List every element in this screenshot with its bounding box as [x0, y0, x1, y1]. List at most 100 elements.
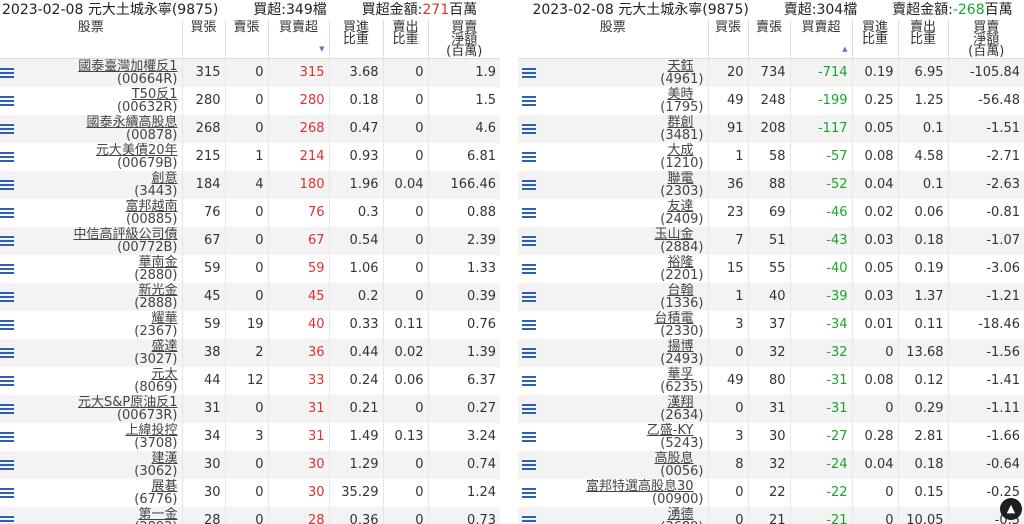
- menu-icon[interactable]: [0, 291, 14, 302]
- menu-icon[interactable]: [0, 319, 14, 330]
- stock-name-link[interactable]: 友達: [518, 200, 708, 213]
- table-row[interactable]: 第一金(2892)280280.3600.73: [0, 506, 500, 524]
- menu-icon[interactable]: [522, 207, 536, 218]
- stock-name-link[interactable]: 上緯投控: [0, 424, 182, 437]
- table-row[interactable]: 展碁 (6776) 30 0 30 35.29 0 1.24: [0, 478, 500, 507]
- stock-name-link[interactable]: 富邦越南: [0, 200, 182, 213]
- stock-name-link[interactable]: 盛達: [0, 340, 182, 353]
- stock-name-link[interactable]: 第一金: [0, 508, 182, 521]
- menu-icon[interactable]: [0, 515, 14, 524]
- menu-icon[interactable]: [522, 179, 536, 190]
- header-net-lots[interactable]: 買賣超 ▲: [789, 20, 852, 59]
- header-stock[interactable]: 股票: [0, 20, 182, 59]
- menu-icon[interactable]: [0, 431, 14, 442]
- stock-name-link[interactable]: 美時: [518, 88, 708, 101]
- header-sell-ratio[interactable]: 賣出 比重: [382, 20, 428, 59]
- table-row[interactable]: 天鈺 (4961) 20 734 -714 0.19 6.95 -105.84: [518, 58, 1024, 87]
- stock-name-link[interactable]: 玉山金: [518, 228, 708, 241]
- table-row[interactable]: 富邦越南 (00885) 76 0 76 0.3 0 0.88: [0, 198, 500, 227]
- stock-name-link[interactable]: 新光金: [0, 284, 182, 297]
- table-row[interactable]: 友達 (2409) 23 69 -46 0.02 0.06 -0.81: [518, 198, 1024, 227]
- menu-icon[interactable]: [522, 347, 536, 358]
- menu-icon[interactable]: [522, 319, 536, 330]
- stock-name-link[interactable]: 湧德: [518, 508, 708, 521]
- header-sell-lots[interactable]: 賣張: [224, 20, 268, 59]
- menu-icon[interactable]: [522, 235, 536, 246]
- menu-icon[interactable]: [0, 207, 14, 218]
- table-row[interactable]: 國泰永續高股息 (00878) 268 0 268 0.47 0 4.6: [0, 114, 500, 143]
- stock-name-link[interactable]: 建漢: [0, 452, 182, 465]
- header-buy-ratio[interactable]: 買進 比重: [851, 20, 898, 59]
- stock-name-link[interactable]: T50反1: [0, 88, 182, 101]
- table-row[interactable]: 國泰臺灣加權反1 (00664R) 315 0 315 3.68 0 1.9: [0, 58, 500, 87]
- menu-icon[interactable]: [522, 375, 536, 386]
- table-row[interactable]: 湧德(3689)021-21010.05-0.5: [518, 506, 1024, 524]
- stock-name-link[interactable]: 聯電: [518, 172, 708, 185]
- menu-icon[interactable]: [0, 375, 14, 386]
- stock-name-link[interactable]: 元太: [0, 368, 182, 381]
- header-buy-lots[interactable]: 買張: [181, 20, 225, 59]
- stock-name-link[interactable]: 台翰: [518, 284, 708, 297]
- menu-icon[interactable]: [522, 459, 536, 470]
- table-row[interactable]: 元太 (8069) 44 12 33 0.24 0.06 6.37: [0, 366, 500, 395]
- table-row[interactable]: 華孚 (6235) 49 80 -31 0.08 0.12 -1.41: [518, 366, 1024, 395]
- stock-name-link[interactable]: 裕隆: [518, 256, 708, 269]
- stock-name-link[interactable]: 群創: [518, 116, 708, 129]
- table-row[interactable]: 華南金 (2880) 59 0 59 1.06 0 1.33: [0, 254, 500, 283]
- menu-icon[interactable]: [522, 68, 536, 78]
- stock-name-link[interactable]: 台積電: [518, 312, 708, 325]
- menu-icon[interactable]: [0, 235, 14, 246]
- stock-name-link[interactable]: 耀華: [0, 312, 182, 325]
- header-net-lots[interactable]: 買賣超 ▼: [267, 20, 329, 59]
- table-row[interactable]: 台積電 (2330) 3 37 -34 0.01 0.11 -18.46: [518, 310, 1024, 339]
- stock-name-link[interactable]: 揚博: [518, 340, 708, 353]
- table-row[interactable]: 大成 (1210) 1 58 -57 0.08 4.58 -2.71: [518, 142, 1024, 171]
- table-row[interactable]: T50反1 (00632R) 280 0 280 0.18 0 1.5: [0, 86, 500, 115]
- stock-name-link[interactable]: 元大S&P原油反1: [0, 396, 182, 409]
- stock-name-link[interactable]: 展碁: [0, 480, 182, 493]
- header-net-amount[interactable]: 買賣 淨額 (百萬): [427, 20, 500, 59]
- table-row[interactable]: 裕隆 (2201) 15 55 -40 0.05 0.19 -3.06: [518, 254, 1024, 283]
- menu-icon[interactable]: [522, 95, 536, 106]
- table-row[interactable]: 中信高評級公司債 (00772B) 67 0 67 0.54 0 2.39: [0, 226, 500, 255]
- menu-icon[interactable]: [522, 151, 536, 162]
- stock-name-link[interactable]: 華南金: [0, 256, 182, 269]
- menu-icon[interactable]: [522, 515, 536, 524]
- table-row[interactable]: 創意 (3443) 184 4 180 1.96 0.04 166.46: [0, 170, 500, 199]
- table-row[interactable]: 上緯投控 (3708) 34 3 31 1.49 0.13 3.24: [0, 422, 500, 451]
- stock-name-link[interactable]: 元大美債20年: [0, 144, 182, 157]
- stock-name-link[interactable]: 天鈺: [518, 60, 708, 73]
- stock-name-link[interactable]: 漢翔: [518, 396, 708, 409]
- stock-name-link[interactable]: 大成: [518, 144, 708, 157]
- table-row[interactable]: 元大美債20年 (00679B) 215 1 214 0.93 0 6.81: [0, 142, 500, 171]
- table-row[interactable]: 聯電 (2303) 36 88 -52 0.04 0.1 -2.63: [518, 170, 1024, 199]
- stock-name-link[interactable]: 國泰永續高股息: [0, 116, 182, 129]
- table-row[interactable]: 富邦特選高股息30 (00900) 0 22 -22 0 0.15 -0.25: [518, 478, 1024, 507]
- table-row[interactable]: 元大S&P原油反1 (00673R) 31 0 31 0.21 0 0.27: [0, 394, 500, 423]
- header-net-amount[interactable]: 買賣 淨額 (百萬): [947, 20, 1024, 59]
- menu-icon[interactable]: [522, 291, 536, 302]
- header-buy-ratio[interactable]: 買進 比重: [328, 20, 383, 59]
- menu-icon[interactable]: [522, 487, 536, 498]
- table-row[interactable]: 台翰 (1336) 1 40 -39 0.03 1.37 -1.21: [518, 282, 1024, 311]
- menu-icon[interactable]: [0, 151, 14, 162]
- menu-icon[interactable]: [0, 459, 14, 470]
- stock-name-link[interactable]: 國泰臺灣加權反1: [0, 60, 182, 73]
- table-row[interactable]: 盛達 (3027) 38 2 36 0.44 0.02 1.39: [0, 338, 500, 367]
- table-row[interactable]: 群創 (3481) 91 208 -117 0.05 0.1 -1.51: [518, 114, 1024, 143]
- scroll-to-top-button[interactable]: ▲: [1000, 498, 1022, 520]
- header-stock[interactable]: 股票: [518, 20, 708, 59]
- header-sell-lots[interactable]: 賣張: [747, 20, 790, 59]
- table-row[interactable]: 玉山金 (2884) 7 51 -43 0.03 0.18 -1.07: [518, 226, 1024, 255]
- stock-name-link[interactable]: 中信高評級公司債: [0, 228, 182, 241]
- stock-name-link[interactable]: 華孚: [518, 368, 708, 381]
- menu-icon[interactable]: [0, 347, 14, 358]
- table-row[interactable]: 揚博 (2493) 0 32 -32 0 13.68 -1.56: [518, 338, 1024, 367]
- menu-icon[interactable]: [522, 403, 536, 414]
- menu-icon[interactable]: [0, 403, 14, 414]
- menu-icon[interactable]: [0, 68, 14, 78]
- table-row[interactable]: 建漢 (3062) 30 0 30 1.29 0 0.74: [0, 450, 500, 479]
- table-row[interactable]: 新光金 (2888) 45 0 45 0.2 0 0.39: [0, 282, 500, 311]
- table-row[interactable]: 乙盛-KY (5243) 3 30 -27 0.28 2.81 -1.66: [518, 422, 1024, 451]
- menu-icon[interactable]: [0, 487, 14, 498]
